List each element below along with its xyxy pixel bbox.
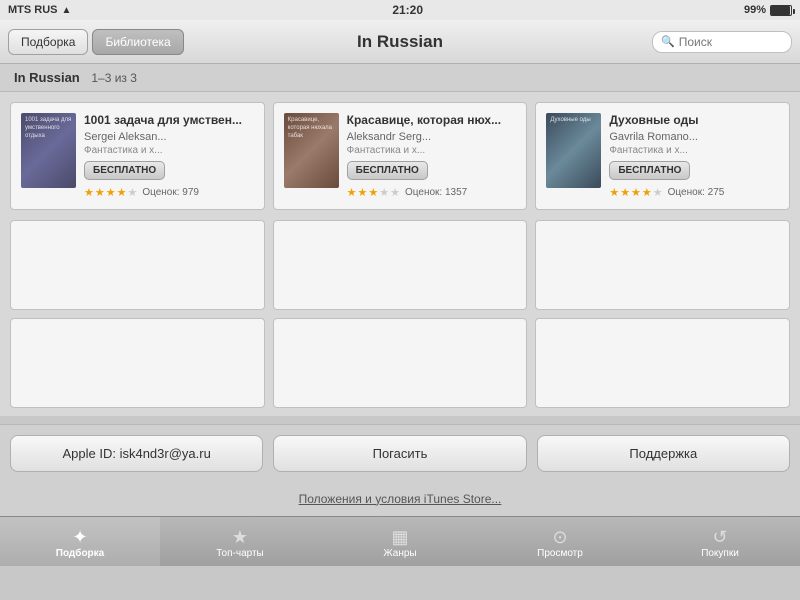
battery-percent: 99% bbox=[744, 4, 766, 16]
rating-count-1: Оценок: 979 bbox=[142, 187, 199, 198]
itunes-link-section: Положения и условия iTunes Store... bbox=[0, 482, 800, 516]
book-title-3: Духовные оды bbox=[609, 113, 779, 129]
sub-header-count: 1–3 из 3 bbox=[91, 71, 137, 85]
tab-topcharts-label: Топ-чарты bbox=[216, 548, 264, 559]
sub-header: In Russian 1–3 из 3 bbox=[0, 64, 800, 92]
empty-card-5 bbox=[273, 318, 528, 408]
books-grid: 1001 задача для умственного отдыха 1001 … bbox=[0, 92, 800, 220]
stars-2: ★★★★★ bbox=[347, 186, 401, 199]
book-card-3[interactable]: Духовные оды Духовные оды Gavrila Romano… bbox=[535, 102, 790, 210]
book-info-3: Духовные оды Gavrila Romano... Фантастик… bbox=[609, 113, 779, 199]
topcharts-icon: ★ bbox=[232, 528, 248, 546]
sub-header-title: In Russian bbox=[14, 70, 80, 85]
book-card-1[interactable]: 1001 задача для умственного отдыха 1001 … bbox=[10, 102, 265, 210]
browse-icon: ⊙ bbox=[552, 528, 567, 546]
search-input[interactable] bbox=[679, 35, 783, 49]
tab-purchases[interactable]: ↺ Покупки bbox=[640, 517, 800, 566]
star-row-2: ★★★★★ Оценок: 1357 bbox=[347, 186, 517, 199]
purchases-icon: ↺ bbox=[712, 528, 727, 546]
book-genre-3: Фантастика и х... bbox=[609, 145, 779, 156]
stars-3: ★★★★★ bbox=[609, 186, 663, 199]
redeem-button[interactable]: Погасить bbox=[273, 435, 526, 472]
book-title-1: 1001 задача для умствен... bbox=[84, 113, 254, 129]
search-box[interactable]: 🔍 bbox=[652, 31, 792, 53]
empty-section bbox=[0, 220, 800, 416]
book-cover-3: Духовные оды bbox=[546, 113, 601, 188]
tab-browse[interactable]: ⊙ Просмотр bbox=[480, 517, 640, 566]
book-info-1: 1001 задача для умствен... Sergei Aleksa… bbox=[84, 113, 254, 199]
book-btn-2[interactable]: БЕСПЛАТНО bbox=[347, 161, 428, 180]
nav-bar: Подборка Библиотека In Russian 🔍 bbox=[0, 20, 800, 64]
search-icon: 🔍 bbox=[661, 35, 675, 48]
footer-buttons: Apple ID: isk4nd3r@ya.ru Погасить Поддер… bbox=[0, 424, 800, 482]
rating-count-2: Оценок: 1357 bbox=[405, 187, 467, 198]
itunes-link[interactable]: Положения и условия iTunes Store... bbox=[299, 492, 502, 506]
tab-purchases-label: Покупки bbox=[701, 548, 739, 559]
nav-buttons: Подборка Библиотека bbox=[8, 29, 184, 55]
empty-card-2 bbox=[273, 220, 528, 310]
tab-genres[interactable]: ▦ Жанры bbox=[320, 517, 480, 566]
tab-browse-label: Просмотр bbox=[537, 548, 583, 559]
tab-topcharts[interactable]: ★ Топ-чарты bbox=[160, 517, 320, 566]
tab-genres-label: Жанры bbox=[383, 548, 416, 559]
book-author-3: Gavrila Romano... bbox=[609, 131, 779, 143]
empty-card-3 bbox=[535, 220, 790, 310]
book-author-2: Aleksandr Serg... bbox=[347, 131, 517, 143]
book-info-2: Красавице, которая нюх... Aleksandr Serg… bbox=[347, 113, 517, 199]
status-right: 99% bbox=[744, 4, 792, 16]
genres-icon: ▦ bbox=[391, 528, 408, 546]
status-bar: MTS RUS ▲ 21:20 99% bbox=[0, 0, 800, 20]
book-title-2: Красавице, которая нюх... bbox=[347, 113, 517, 129]
featured-nav-button[interactable]: Подборка bbox=[8, 29, 88, 55]
library-nav-button[interactable]: Библиотека bbox=[92, 29, 183, 55]
wifi-icon: ▲ bbox=[62, 5, 72, 16]
empty-card-6 bbox=[535, 318, 790, 408]
book-cover-1: 1001 задача для умственного отдыха bbox=[21, 113, 76, 188]
tab-bar: ✦ Подборка ★ Топ-чарты ▦ Жанры ⊙ Просмот… bbox=[0, 516, 800, 566]
tab-featured[interactable]: ✦ Подборка bbox=[0, 517, 160, 566]
book-author-1: Sergei Aleksan... bbox=[84, 131, 254, 143]
carrier-label: MTS RUS bbox=[8, 4, 58, 16]
empty-card-1 bbox=[10, 220, 265, 310]
nav-title: In Russian bbox=[357, 32, 443, 52]
apple-id-button[interactable]: Apple ID: isk4nd3r@ya.ru bbox=[10, 435, 263, 472]
time-display: 21:20 bbox=[392, 3, 423, 17]
support-button[interactable]: Поддержка bbox=[537, 435, 790, 472]
book-genre-2: Фантастика и х... bbox=[347, 145, 517, 156]
book-cover-2: Красавице, которая нюхала табак bbox=[284, 113, 339, 188]
book-btn-3[interactable]: БЕСПЛАТНО bbox=[609, 161, 690, 180]
stars-1: ★★★★★ bbox=[84, 186, 138, 199]
empty-card-4 bbox=[10, 318, 265, 408]
star-row-1: ★★★★★ Оценок: 979 bbox=[84, 186, 254, 199]
book-genre-1: Фантастика и х... bbox=[84, 145, 254, 156]
rating-count-3: Оценок: 275 bbox=[668, 187, 725, 198]
featured-icon: ✦ bbox=[72, 528, 87, 546]
star-row-3: ★★★★★ Оценок: 275 bbox=[609, 186, 779, 199]
book-card-2[interactable]: Красавице, которая нюхала табак Красавиц… bbox=[273, 102, 528, 210]
battery-icon bbox=[770, 5, 792, 16]
tab-featured-label: Подборка bbox=[56, 548, 104, 559]
status-left: MTS RUS ▲ bbox=[8, 4, 71, 16]
book-btn-1[interactable]: БЕСПЛАТНО bbox=[84, 161, 165, 180]
